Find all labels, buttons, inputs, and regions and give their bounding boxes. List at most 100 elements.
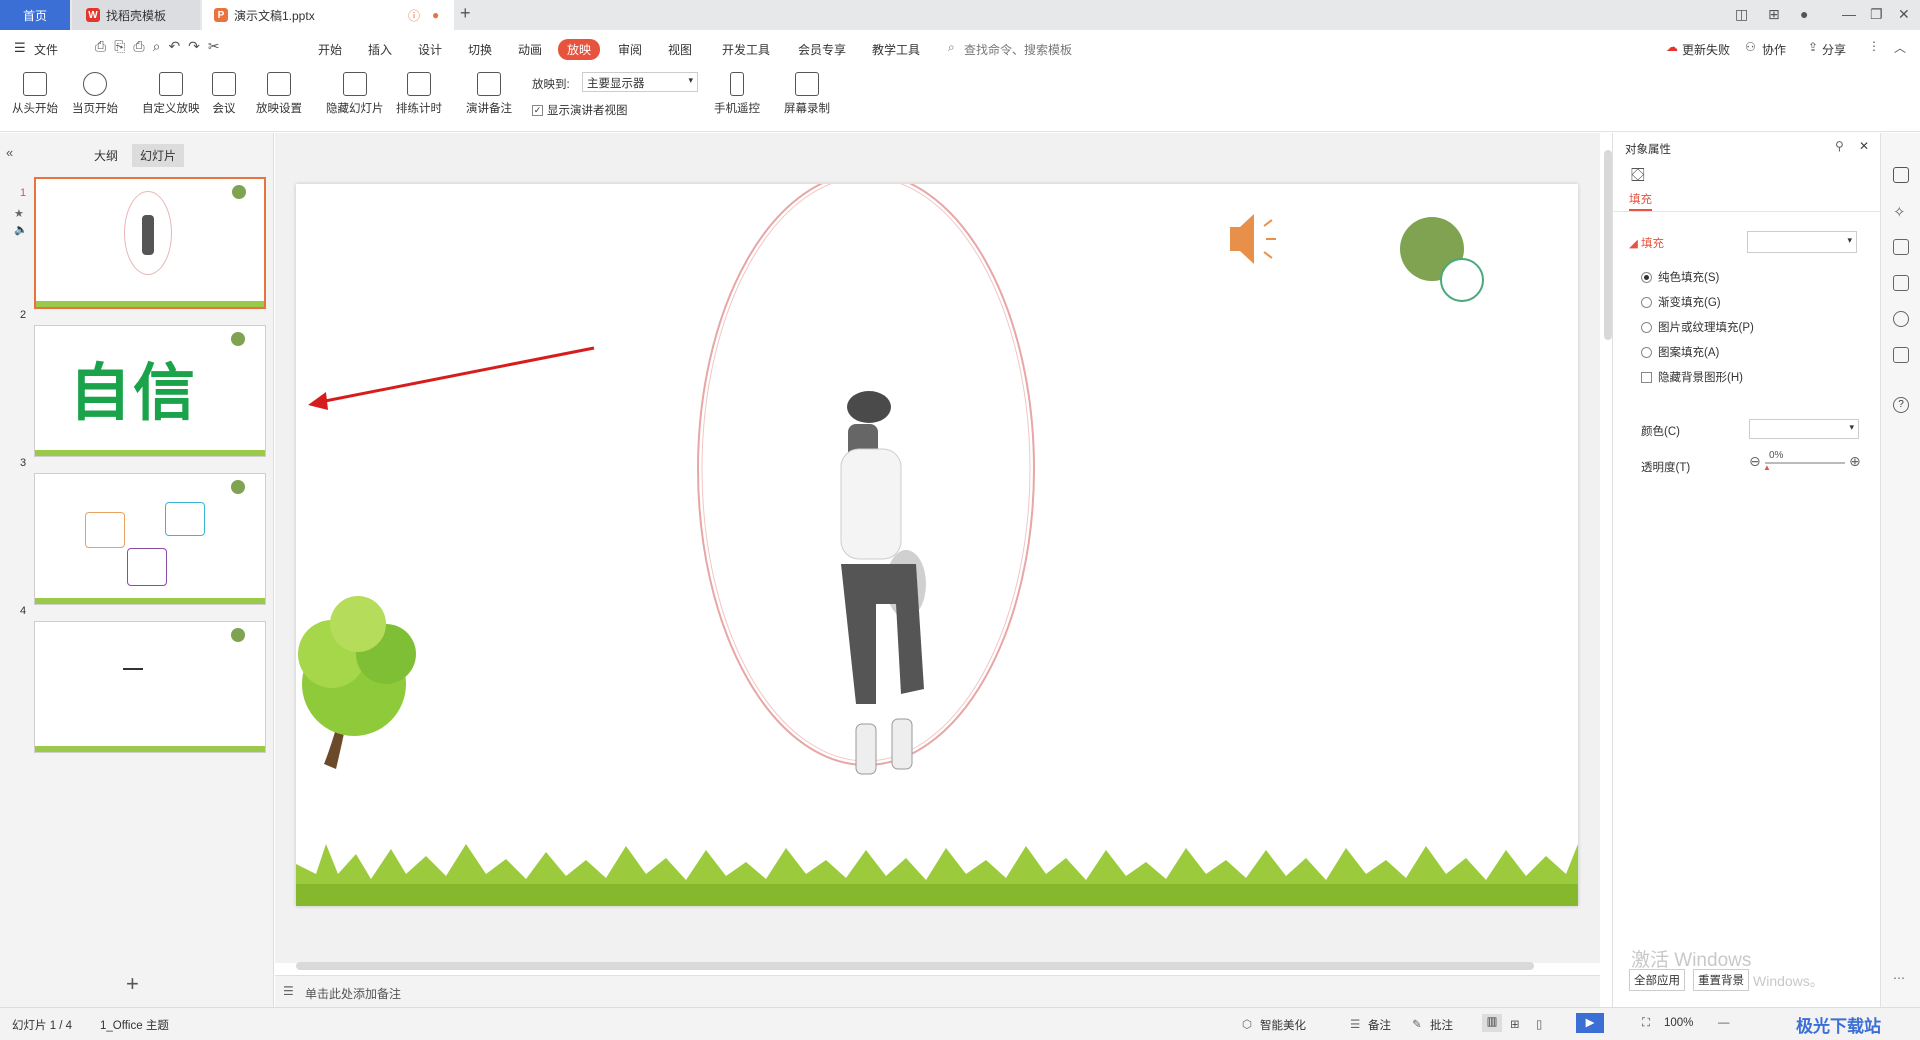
slide-thumb-1[interactable] [34,177,266,309]
monitor-select[interactable]: 主要显示器 ▾ [582,72,698,92]
command-search[interactable]: 查找命令、搜索模板 [964,41,1072,58]
more-icon[interactable]: ⋮ [1868,39,1880,53]
minus-circle-icon[interactable]: ⊖ [1749,453,1761,470]
plus-circle-icon[interactable]: ⊕ [1849,453,1861,470]
hamburger-icon[interactable]: ☰ [14,40,26,56]
menu-transition[interactable]: 切换 [468,41,492,58]
sorter-view-icon[interactable]: ⊞ [1510,1017,1520,1031]
slide-thumb-2[interactable]: 自信 [34,325,266,457]
thumb-number: 4 [20,605,27,617]
gradient-fill-radio[interactable]: 渐变填充(G) [1641,294,1721,310]
share-button[interactable]: 分享 [1822,41,1846,58]
update-status[interactable]: 更新失败 [1682,41,1730,58]
transparency-slider[interactable] [1765,462,1845,464]
menu-developer[interactable]: 开发工具 [722,41,770,58]
speaker-icon[interactable] [1230,214,1276,264]
book-icon[interactable] [1893,347,1909,363]
apply-all-button[interactable]: 全部应用 [1629,969,1685,991]
tree-illustration[interactable] [298,596,416,769]
reading-view-icon[interactable]: ▯ [1536,1017,1542,1031]
tab-slides[interactable]: 幻灯片 [132,144,185,167]
add-slide-icon[interactable]: + [126,971,139,997]
menu-review[interactable]: 审阅 [618,41,642,58]
menu-design[interactable]: 设计 [418,41,442,58]
rehearse-button[interactable]: 排练计时 [396,72,442,116]
speaker-notes-button[interactable]: 演讲备注 [466,72,512,116]
panel-title[interactable]: 对象属性 [1625,141,1671,157]
collapse-ribbon-icon[interactable]: ︿ [1894,39,1906,56]
tab-fill[interactable]: 填充 [1629,191,1652,211]
animation-icon[interactable]: ✧ [1893,203,1909,221]
color-select[interactable]: ▾ [1749,419,1859,439]
fit-window-icon[interactable]: ⛶ [1642,1017,1650,1030]
vertical-scrollbar[interactable] [1604,150,1612,340]
current-slide[interactable] [296,184,1578,906]
collab-button[interactable]: 协作 [1762,41,1786,58]
horizontal-scrollbar[interactable] [296,962,1534,970]
quick-access-icons[interactable]: ⎙⎘⎙⌕↶↷✂ [95,38,228,55]
tab-document[interactable]: P 演示文稿1.pptx ⓘ ● [202,0,454,30]
fill-section-header[interactable]: ◢ 填充 [1629,235,1664,251]
new-tab-icon[interactable]: + [460,3,471,24]
help-icon[interactable]: ? [1893,397,1909,413]
layout-icon[interactable] [1893,239,1909,255]
menu-view[interactable]: 视图 [668,41,692,58]
theme-name[interactable]: 1_Office 主题 [100,1017,169,1033]
phone-remote-button[interactable]: 手机遥控 [714,72,760,116]
hide-background-checkbox[interactable]: 隐藏背景图形(H) [1641,369,1743,385]
file-menu[interactable]: 文件 [34,41,58,58]
menu-animation[interactable]: 动画 [518,41,542,58]
close-panel-icon[interactable]: ✕ [1859,139,1869,153]
zoom-out-icon[interactable]: — [1718,1017,1730,1029]
meeting-button[interactable]: 会议 [212,72,236,116]
collapse-panel-icon[interactable]: « [6,145,13,160]
notes-toggle[interactable]: 备注 [1368,1017,1391,1033]
tab-home[interactable]: 首页 [0,0,70,30]
avatar[interactable]: ● [1800,6,1808,22]
screen-record-button[interactable]: 屏幕录制 [784,72,830,116]
tab-outline[interactable]: 大纲 [94,147,118,164]
custom-show-button[interactable]: 自定义放映 [142,72,200,116]
menu-teaching[interactable]: 教学工具 [872,41,920,58]
slide-thumb-4[interactable] [34,621,266,753]
restore-icon[interactable]: ❐ [1870,6,1883,23]
more-icon[interactable]: ⋯ [1893,971,1905,985]
menu-member[interactable]: 会员专享 [798,41,846,58]
custom-show-icon [158,72,183,96]
from-current-button[interactable]: 当页开始 [72,72,118,116]
notes-toggle-icon: ☰ [1350,1019,1361,1031]
reset-background-button[interactable]: 重置背景 [1693,969,1749,991]
record-icon [795,72,819,96]
smart-beautify-button[interactable]: 智能美化 [1260,1017,1306,1033]
person-photo[interactable] [840,391,926,775]
tab-template[interactable]: W 找稻壳模板 [72,0,200,30]
play-slideshow-icon[interactable]: ▶ [1576,1013,1604,1033]
notes-bar[interactable]: ☰ 单击此处添加备注 [275,975,1600,1007]
menu-start[interactable]: 开始 [318,41,342,58]
slide-thumb-3[interactable] [34,473,266,605]
from-start-button[interactable]: 从头开始 [12,72,58,116]
outline-circle[interactable] [1440,258,1484,302]
close-icon[interactable]: ✕ [1898,6,1910,23]
normal-view-icon[interactable]: ▥ [1482,1014,1502,1032]
slider-handle-icon[interactable]: ▲ [1763,463,1771,472]
fill-type-select[interactable]: ▾ [1747,231,1857,253]
layout-icon[interactable]: ◫ [1735,6,1748,23]
zoom-level[interactable]: 100% [1664,1017,1693,1029]
hide-slide-button[interactable]: 隐藏幻灯片 [326,72,384,116]
pin-icon[interactable]: ⚲ [1835,139,1844,153]
minimize-icon[interactable]: — [1842,6,1856,22]
location-icon[interactable] [1893,311,1909,327]
properties-icon[interactable] [1893,167,1909,183]
thumb-circle [231,332,245,346]
presenter-view-toggle[interactable]: ✓ 显示演讲者视图 [532,102,628,118]
menu-insert[interactable]: 插入 [368,41,392,58]
menu-slideshow[interactable]: 放映 [558,39,601,60]
pattern-fill-radio[interactable]: 图案填充(A) [1641,344,1719,360]
image-icon[interactable] [1893,275,1909,291]
solid-fill-radio[interactable]: 纯色填充(S) [1641,269,1719,285]
grid-icon[interactable]: ⊞ [1768,6,1780,23]
comments-toggle[interactable]: 批注 [1430,1017,1453,1033]
picture-fill-radio[interactable]: 图片或纹理填充(P) [1641,319,1754,335]
show-settings-button[interactable]: 放映设置 [256,72,302,116]
